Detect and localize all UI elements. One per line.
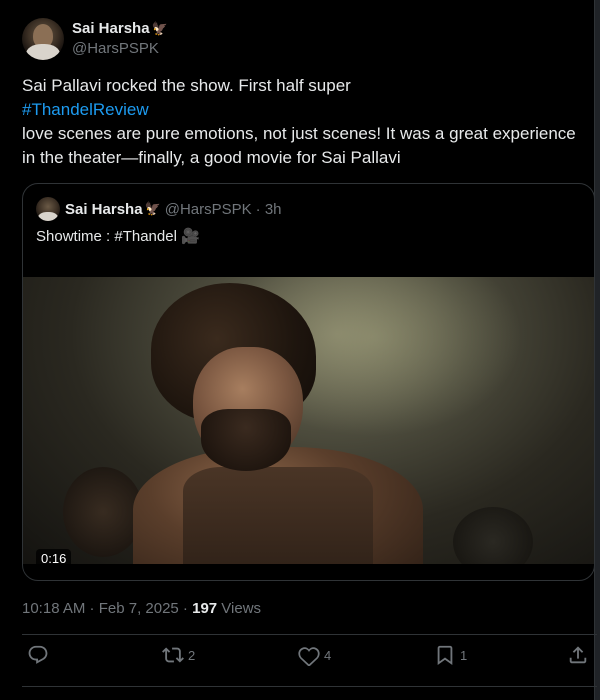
retweet-count: 2 bbox=[188, 647, 196, 663]
views-label: Views bbox=[217, 600, 262, 617]
tweet-text: Sai Pallavi rocked the show. First half … bbox=[22, 74, 597, 170]
video-figure-beard bbox=[201, 409, 291, 471]
video-background-figure-right bbox=[453, 507, 533, 564]
share-button[interactable] bbox=[567, 644, 589, 666]
eagle-emoji-icon: 🦅 bbox=[151, 21, 168, 36]
tweet-meta: 10:18 AM · Feb 7, 2025 · 197 Views bbox=[22, 600, 261, 617]
tweet-line-4: in the theater—finally, a good movie for… bbox=[22, 148, 401, 167]
retweet-icon bbox=[162, 647, 184, 663]
video-background-figure bbox=[63, 467, 143, 557]
heart-icon bbox=[298, 647, 320, 666]
quoted-time: · 3h bbox=[255, 200, 282, 218]
tweet-header: Sai Harsha 🦅 @HarsPSPK bbox=[22, 18, 168, 60]
tweet-line-1: Sai Pallavi rocked the show. First half … bbox=[22, 76, 351, 95]
views-count: 197 bbox=[192, 600, 218, 617]
bookmark-icon bbox=[437, 645, 453, 666]
author-name-text[interactable]: Sai Harsha bbox=[72, 19, 150, 39]
bookmark-button[interactable]: 1 bbox=[434, 644, 467, 666]
share-icon bbox=[569, 646, 587, 664]
tweet-timestamp[interactable]: 10:18 AM · Feb 7, 2025 · bbox=[22, 600, 192, 617]
quoted-author-handle: @HarsPSPK bbox=[164, 200, 252, 218]
hashtag-link[interactable]: #ThandelReview bbox=[22, 98, 597, 122]
quoted-author-avatar bbox=[36, 197, 60, 221]
author-names: Sai Harsha 🦅 @HarsPSPK bbox=[72, 19, 168, 59]
divider-bottom bbox=[22, 686, 597, 687]
retweet-button[interactable]: 2 bbox=[162, 644, 195, 666]
quoted-tweet[interactable]: Sai Harsha 🦅 @HarsPSPK · 3h Showtime : #… bbox=[22, 183, 595, 581]
author-display-name[interactable]: Sai Harsha 🦅 bbox=[72, 19, 168, 39]
author-handle[interactable]: @HarsPSPK bbox=[72, 39, 168, 59]
video-duration-badge: 0:16 bbox=[36, 549, 72, 564]
author-avatar[interactable] bbox=[22, 18, 64, 60]
video-player[interactable]: 0:16 bbox=[23, 277, 594, 564]
like-button[interactable]: 4 bbox=[298, 644, 331, 666]
action-bar: 2 4 1 bbox=[22, 644, 597, 678]
quoted-eagle-emoji-icon: 🦅 bbox=[144, 201, 161, 216]
reply-icon bbox=[28, 645, 48, 664]
quoted-tweet-header: Sai Harsha 🦅 @HarsPSPK · 3h bbox=[36, 197, 282, 221]
like-count: 4 bbox=[324, 647, 332, 663]
video-figure-vest bbox=[183, 467, 373, 564]
divider-top bbox=[22, 634, 597, 635]
quoted-author-name: Sai Harsha bbox=[65, 200, 143, 218]
bookmark-count: 1 bbox=[460, 647, 468, 663]
reply-button[interactable] bbox=[27, 644, 53, 666]
tweet-line-3: love scenes are pure emotions, not just … bbox=[22, 124, 576, 143]
quoted-tweet-text: Showtime : #Thandel 🎥 bbox=[36, 228, 200, 245]
